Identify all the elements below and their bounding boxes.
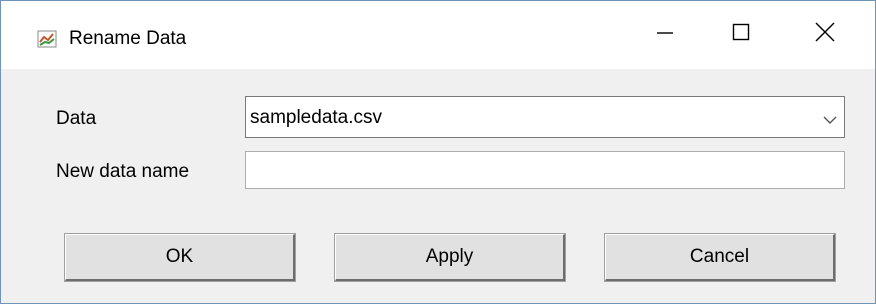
data-select[interactable]: sampledata.csv bbox=[245, 96, 845, 138]
ok-button[interactable]: OK bbox=[65, 234, 295, 281]
chevron-down-icon[interactable] bbox=[822, 110, 838, 124]
close-button[interactable] bbox=[779, 1, 871, 69]
data-label: Data bbox=[56, 108, 97, 129]
cancel-button[interactable]: Cancel bbox=[605, 234, 835, 281]
new-data-name-label: New data name bbox=[56, 161, 190, 182]
rename-data-dialog: Rename Data Data sampledata.csv New data… bbox=[0, 0, 876, 304]
close-icon bbox=[814, 21, 836, 49]
maximize-button[interactable] bbox=[695, 1, 787, 69]
data-select-value: sampledata.csv bbox=[250, 107, 383, 128]
apply-button[interactable]: Apply bbox=[335, 234, 565, 281]
chart-app-icon bbox=[37, 30, 57, 48]
title-bar[interactable]: Rename Data bbox=[1, 1, 875, 69]
maximize-icon bbox=[731, 22, 751, 48]
new-data-name-input[interactable] bbox=[245, 151, 845, 189]
window-title: Rename Data bbox=[69, 28, 187, 49]
minimize-icon bbox=[655, 22, 675, 48]
